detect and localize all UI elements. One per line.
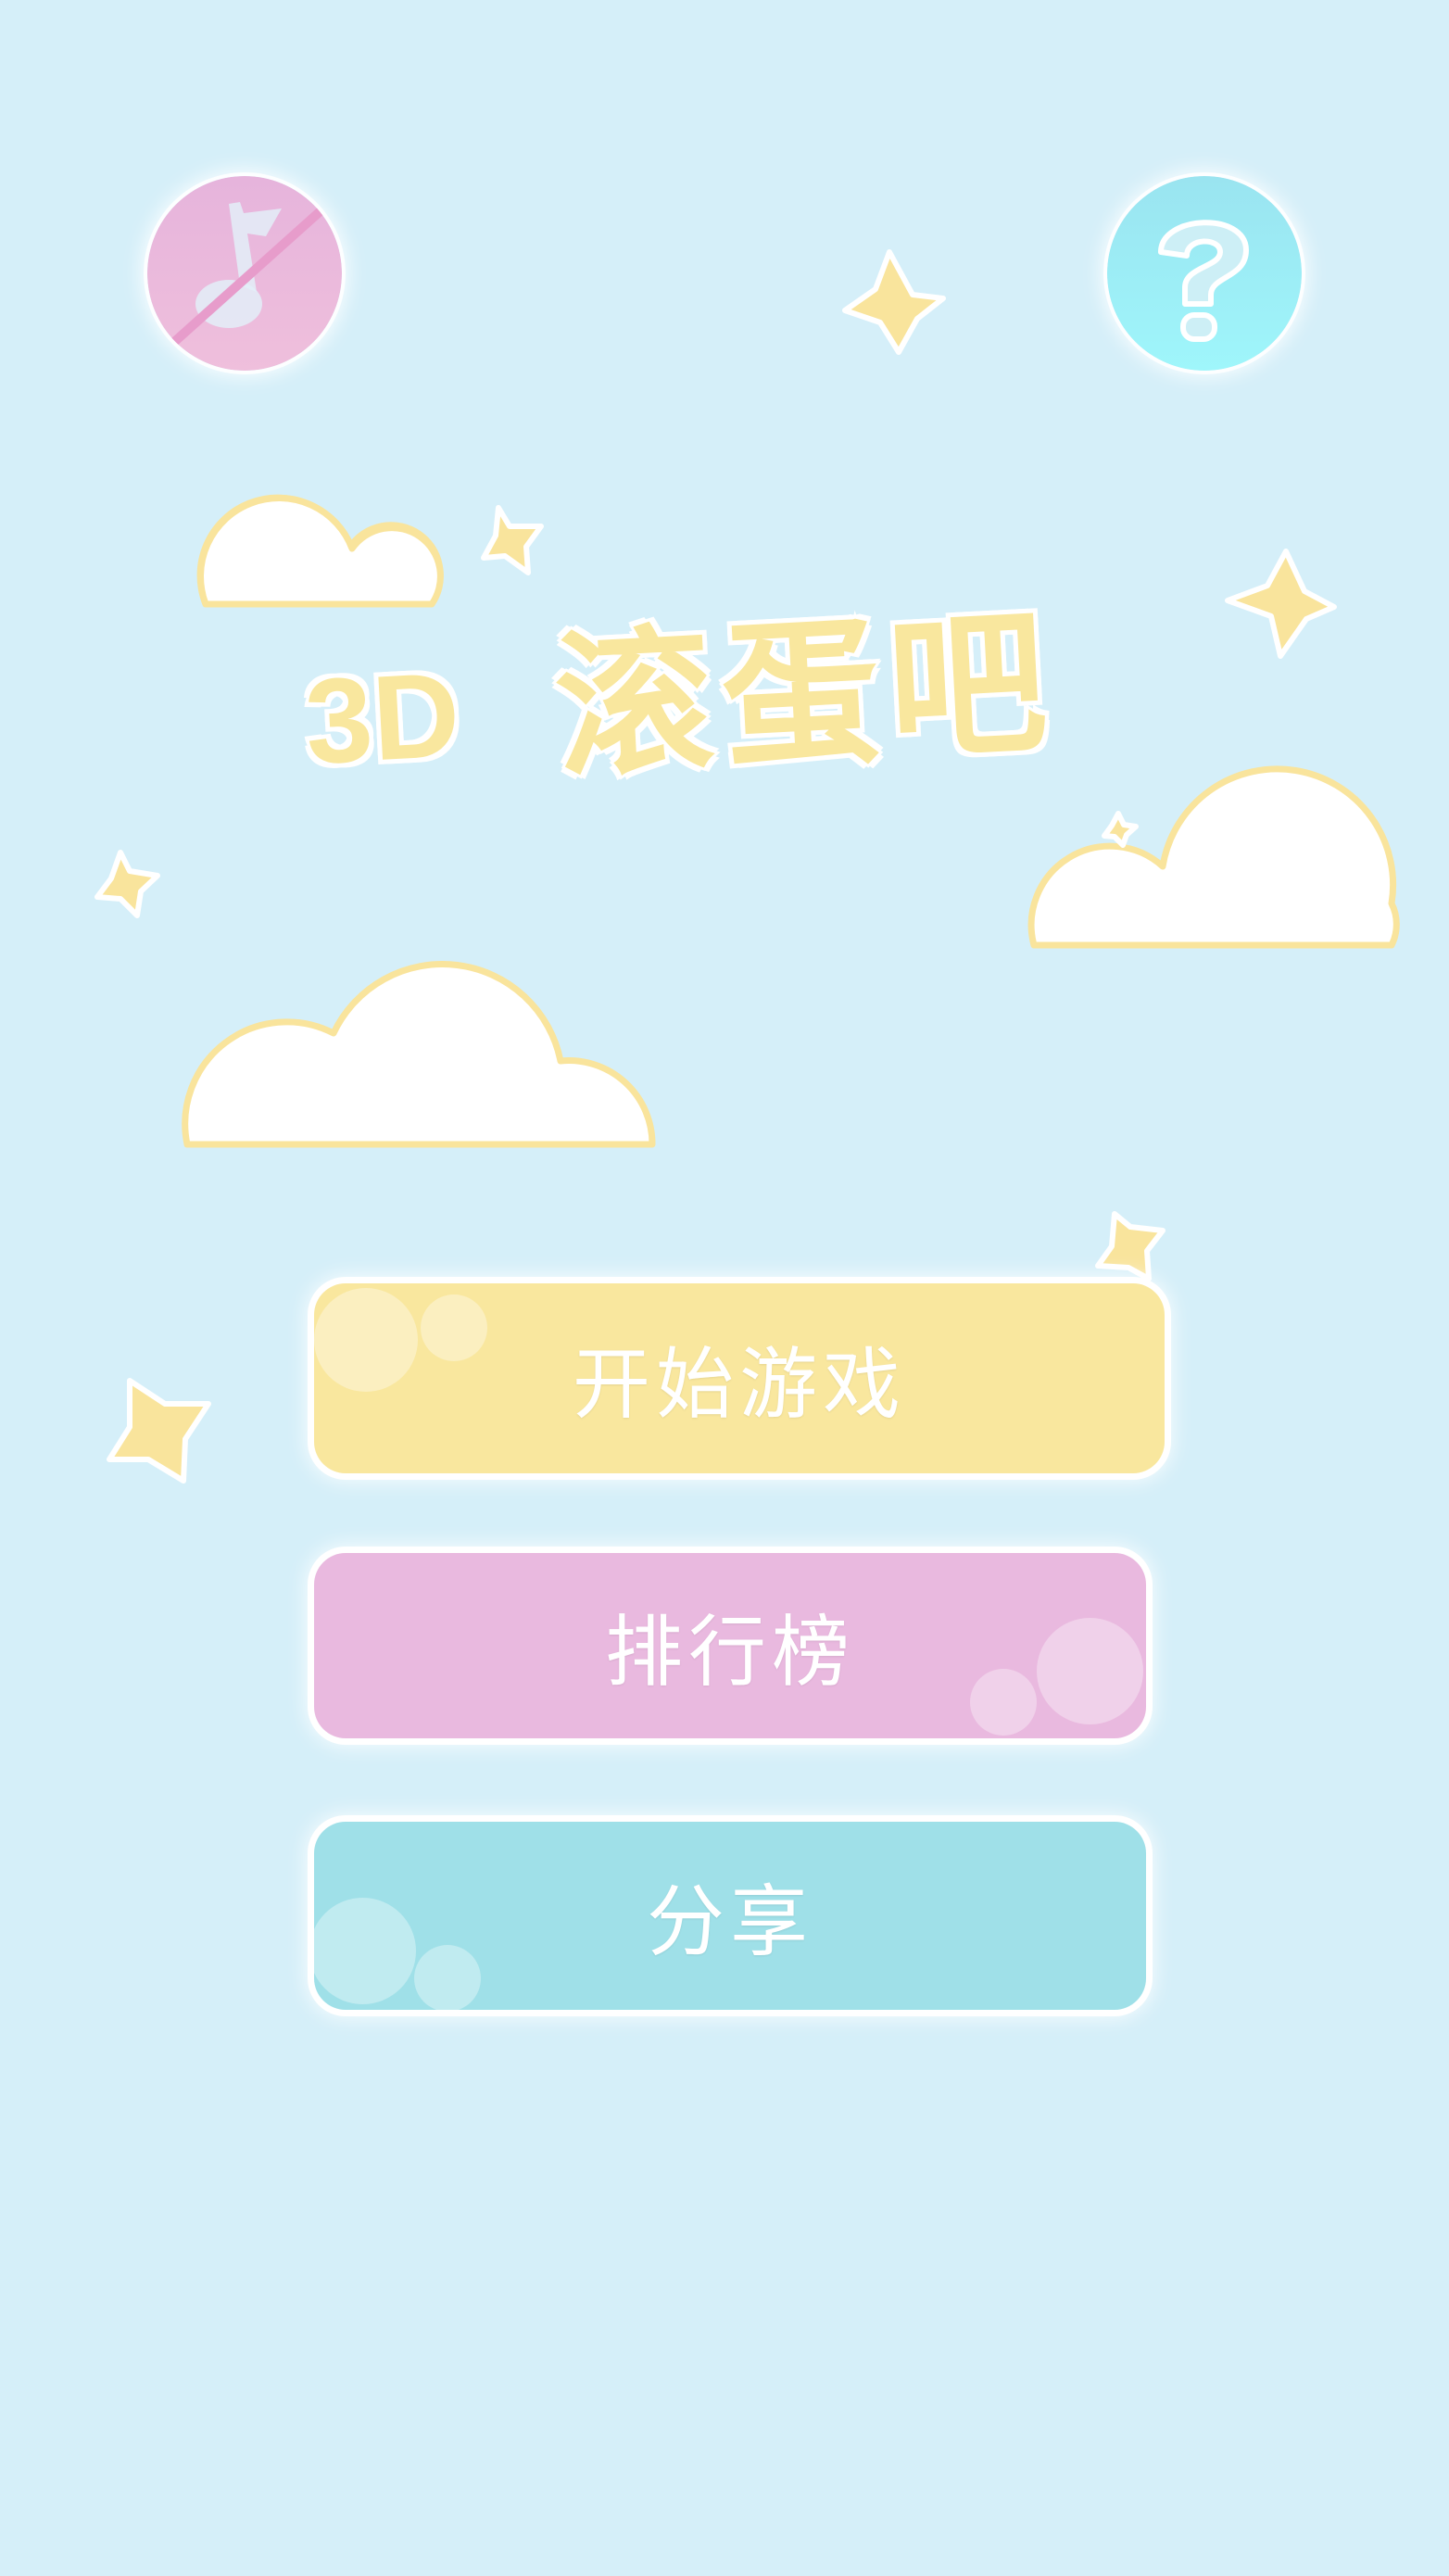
bubble-decor — [314, 1288, 418, 1392]
star-icon — [94, 850, 160, 918]
share-label: 分享 — [646, 1876, 813, 1967]
bubble-decor — [314, 1898, 416, 2004]
start-game-button[interactable]: 开始游戏 — [314, 1283, 1165, 1473]
help-button[interactable] — [1107, 176, 1302, 371]
music-toggle-button[interactable] — [147, 176, 342, 371]
leaderboard-label: 排行榜 — [604, 1606, 855, 1698]
star-icon — [1102, 811, 1139, 848]
title-prefix: 3D — [299, 643, 466, 791]
star-icon — [481, 505, 544, 575]
bubble-decor — [970, 1669, 1037, 1736]
leaderboard-button[interactable]: 排行榜 — [314, 1553, 1146, 1738]
bubble-decor — [1037, 1618, 1143, 1724]
game-title: 3D 滚蛋吧 — [272, 570, 1191, 858]
start-game-label: 开始游戏 — [572, 1339, 906, 1430]
star-icon — [1095, 1211, 1166, 1282]
star-icon — [1225, 549, 1337, 659]
star-icon — [107, 1378, 211, 1484]
star-icon — [842, 249, 946, 355]
title-main: 滚蛋吧 — [548, 588, 1063, 803]
cloud-small-top — [196, 494, 444, 608]
bubble-decor — [421, 1294, 487, 1361]
share-button[interactable]: 分享 — [314, 1822, 1146, 2010]
cloud-left-large — [182, 961, 656, 1148]
question-icon — [1107, 176, 1302, 371]
music-off-icon — [147, 176, 342, 371]
bubble-decor — [414, 1945, 481, 2010]
